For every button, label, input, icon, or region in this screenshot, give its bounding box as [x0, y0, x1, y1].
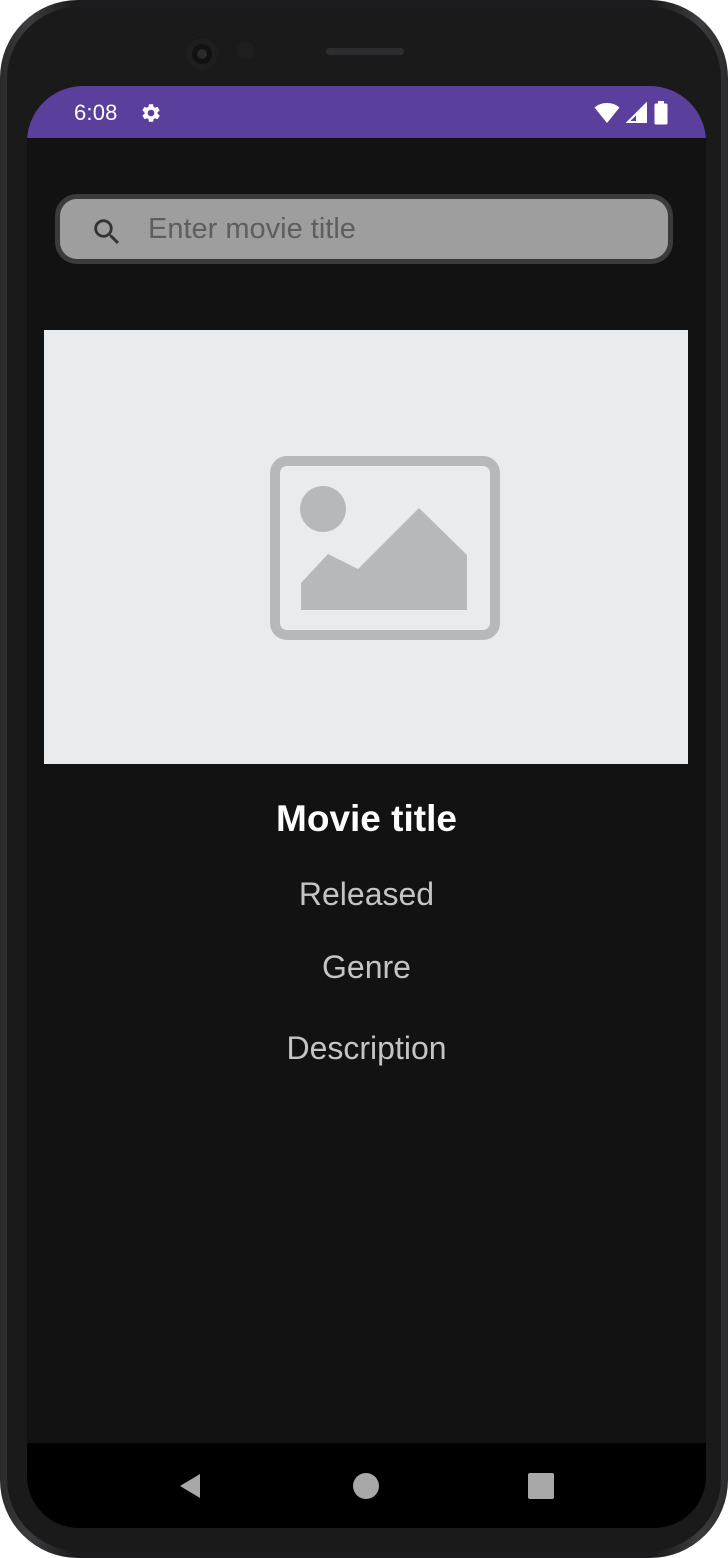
signal-icon — [626, 102, 647, 123]
recents-button[interactable] — [523, 1468, 559, 1504]
movie-search-app: Movie title Released Genre Description — [27, 138, 706, 1443]
home-icon — [353, 1473, 379, 1499]
wifi-icon — [594, 103, 620, 123]
recents-icon — [528, 1473, 554, 1499]
front-camera — [186, 38, 218, 70]
movie-description: Description — [286, 1030, 447, 1066]
status-icons — [594, 101, 668, 125]
back-button[interactable] — [172, 1468, 208, 1504]
image-placeholder-icon — [270, 456, 500, 640]
status-bar: 6:08 — [27, 86, 706, 138]
phone-device-frame: 6:08 Enter movie title Movie title Relea… — [0, 0, 728, 1558]
status-time: 6:08 — [74, 100, 118, 125]
battery-icon — [654, 101, 668, 125]
back-icon — [180, 1474, 200, 1498]
phone-screen: 6:08 Enter movie title Movie title Relea… — [27, 86, 706, 1528]
search-icon — [94, 219, 120, 245]
movie-title: Movie title — [276, 798, 457, 839]
movie-poster — [44, 330, 688, 764]
movie-released: Released — [298, 876, 435, 912]
search-bar[interactable] — [55, 194, 673, 264]
proximity-sensor — [237, 42, 255, 60]
movie-genre: Genre — [322, 949, 411, 985]
earpiece-speaker — [326, 48, 404, 55]
navigation-bar — [27, 1443, 706, 1528]
search-input[interactable] — [148, 199, 648, 259]
settings-gear-icon — [142, 104, 160, 122]
home-button[interactable] — [348, 1468, 384, 1504]
